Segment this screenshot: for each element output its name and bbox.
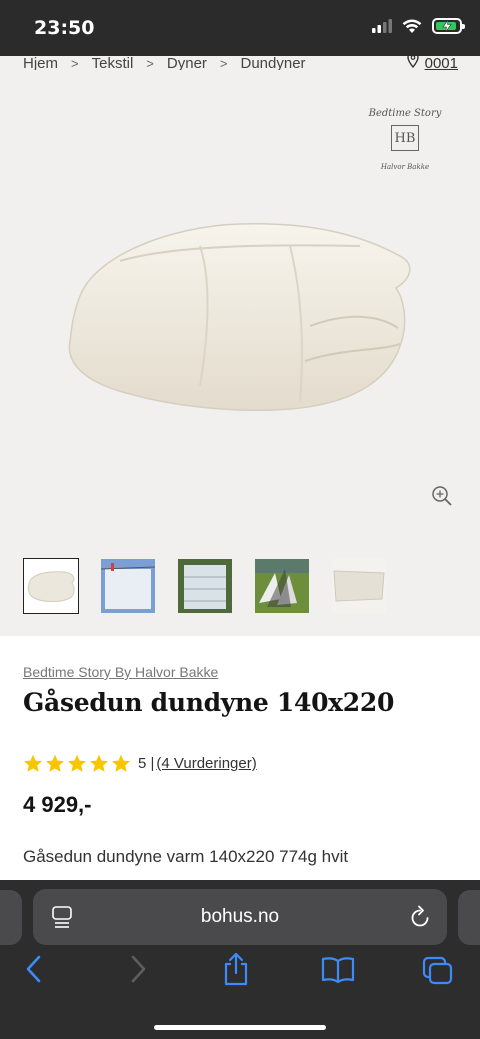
forward-button[interactable] xyxy=(128,954,148,989)
location-pin-icon xyxy=(406,56,419,68)
share-button[interactable] xyxy=(222,952,250,991)
rating-stars xyxy=(23,754,131,773)
breadcrumb-item-tekstil[interactable]: Tekstil xyxy=(92,56,134,70)
product-description: Gåsedun dundyne varm 140x220 774g hvit xyxy=(23,847,349,866)
tabs-button[interactable] xyxy=(422,956,454,991)
previous-tab-preview[interactable] xyxy=(0,890,22,945)
breadcrumb: Hjem > Tekstil > Dyner > Dundyner xyxy=(23,56,306,70)
product-gallery: Hjem > Tekstil > Dyner > Dundyner 0001 B… xyxy=(0,56,480,636)
star-icon xyxy=(46,754,64,772)
battery-charging-icon xyxy=(432,18,465,34)
thumbnail-duvet-outdoor[interactable] xyxy=(254,558,310,614)
thumbnail-duvet-fabric[interactable] xyxy=(331,558,387,614)
chevron-right-icon: > xyxy=(71,56,79,70)
product-info: Bedtime Story By Halvor Bakke Gåsedun du… xyxy=(0,636,480,880)
brand-logo: Bedtime Story HB Halvor Bakke xyxy=(368,108,442,171)
wifi-icon xyxy=(402,18,422,33)
product-image[interactable] xyxy=(60,216,420,416)
home-indicator xyxy=(154,1025,326,1030)
breadcrumb-item-dyner[interactable]: Dyner xyxy=(167,56,207,70)
thumbnail-duvet-on-line[interactable] xyxy=(100,558,156,614)
book-icon xyxy=(321,957,355,984)
rating-score: 5 | xyxy=(138,755,155,772)
tabs-icon xyxy=(422,956,453,985)
browser-toolbar: bohus.no xyxy=(0,880,480,1039)
reviews-link[interactable]: (4 Vurderinger) xyxy=(156,755,256,772)
next-tab-preview[interactable] xyxy=(458,890,480,945)
reload-icon[interactable] xyxy=(409,905,431,929)
share-icon xyxy=(224,952,248,986)
back-button[interactable] xyxy=(24,954,44,989)
browser-nav xyxy=(0,952,480,994)
cellular-signal-icon xyxy=(372,19,392,33)
status-time: 23:50 xyxy=(34,17,95,39)
thumbnail-duvet-front[interactable] xyxy=(23,558,79,614)
store-code[interactable]: 0001 xyxy=(425,56,458,70)
star-icon xyxy=(68,754,86,772)
breadcrumb-item-dundyner[interactable]: Dundyner xyxy=(241,56,306,70)
thumbnail-strip xyxy=(23,558,387,614)
chevron-left-icon xyxy=(26,955,41,983)
url-domain: bohus.no xyxy=(200,906,280,927)
brand-link[interactable]: Bedtime Story By Halvor Bakke xyxy=(23,664,218,680)
star-icon xyxy=(112,754,130,772)
zoom-in-icon[interactable] xyxy=(431,485,453,507)
star-icon xyxy=(90,754,108,772)
thumbnail-duvet-stack[interactable] xyxy=(177,558,233,614)
chevron-right-icon: > xyxy=(219,56,228,70)
store-selector[interactable]: 0001 xyxy=(406,56,458,70)
product-rating: 5 | (4 Vurderinger) xyxy=(23,754,257,773)
breadcrumb-item-hjem[interactable]: Hjem xyxy=(23,56,58,70)
star-icon xyxy=(24,754,42,772)
chevron-right-icon xyxy=(131,955,146,983)
chevron-right-icon: > xyxy=(146,56,154,70)
bookmarks-button[interactable] xyxy=(321,956,355,989)
product-title: Gåsedun dundyne 140x220 xyxy=(23,688,395,717)
product-price: 4 929,- xyxy=(23,792,92,817)
address-bar[interactable]: bohus.no xyxy=(33,889,447,945)
status-bar: 23:50 xyxy=(0,0,480,56)
